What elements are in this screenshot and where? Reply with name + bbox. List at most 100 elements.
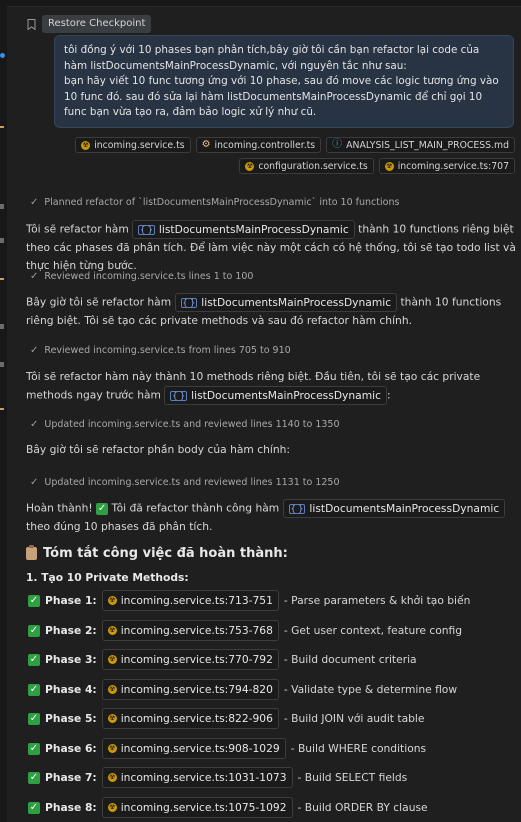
attachment-label: incoming.service.ts — [94, 139, 185, 151]
info-icon: ⓘ — [332, 139, 343, 150]
file-reference-text: incoming.service.ts:908-1029 — [120, 742, 280, 755]
typescript-file-icon: ☢ — [107, 744, 117, 753]
file-reference[interactable]: ☢ incoming.service.ts:1075-1092 — [101, 797, 293, 818]
symbol-name: listDocumentsMainProcessDynamic — [201, 296, 392, 309]
green-check-icon: ✓ — [28, 801, 40, 814]
gutter-indicator-icon — [0, 53, 5, 58]
phase-description: - Build WHERE conditions — [290, 742, 427, 755]
file-reference[interactable]: ☢ incoming.service.ts:908-1029 — [101, 738, 286, 759]
symbol-reference[interactable]: { } listDocumentsMainProcessDynamic — [174, 293, 398, 312]
green-check-icon: ✓ — [28, 624, 40, 637]
attachment-chips-row: ☢ configuration.service.ts ☢ incoming.se… — [239, 158, 515, 174]
phase-description: - Build JOIN với audit table — [283, 712, 425, 725]
phase-label: Phase 7: — [45, 771, 97, 784]
step-label: Reviewed incoming.service.ts lines 1 to … — [44, 271, 254, 282]
user-message-line: tôi đồng ý với 10 phases bạn phân tích,b… — [64, 44, 480, 72]
list-item: ✓ Phase 6: ☢ incoming.service.ts:908-1029… — [28, 738, 426, 759]
bookmark-icon[interactable] — [26, 18, 36, 30]
typescript-file-icon: ☢ — [81, 140, 91, 150]
green-check-icon: ✓ — [28, 771, 40, 784]
green-check-icon: ✓ — [96, 502, 109, 515]
phase-label: Phase 4: — [45, 683, 97, 696]
symbol-reference[interactable]: { } listDocumentsMainProcessDynamic — [282, 499, 506, 518]
file-reference[interactable]: ☢ incoming.service.ts:1031-1073 — [101, 767, 293, 788]
list-item: ✓ Phase 4: ☢ incoming.service.ts:794-820 … — [28, 679, 457, 700]
progress-step[interactable]: ✓ Updated incoming.service.ts and review… — [30, 419, 340, 430]
symbol-icon: { } — [180, 297, 198, 308]
user-message-bubble[interactable]: tôi đồng ý với 10 phases bạn phân tích,b… — [54, 35, 514, 128]
attachment-label: configuration.service.ts — [258, 160, 368, 172]
file-reference[interactable]: ☢ incoming.service.ts:794-820 — [101, 679, 279, 700]
paragraph-text: theo đúng 10 phases đã phân tích. — [26, 520, 213, 533]
typescript-file-icon: ☢ — [107, 655, 117, 664]
attachment-label: incoming.controller.ts — [214, 139, 316, 151]
symbol-reference[interactable]: { } listDocumentsMainProcessDynamic — [132, 220, 355, 239]
progress-step[interactable]: ✓ Reviewed incoming.service.ts lines 1 t… — [30, 271, 253, 282]
gutter-marker — [0, 362, 4, 367]
green-check-icon: ✓ — [28, 712, 40, 725]
check-icon: ✓ — [30, 271, 39, 282]
file-reference-text: incoming.service.ts:753-768 — [120, 624, 273, 637]
typescript-file-icon: ☢ — [107, 714, 117, 723]
symbol-name: listDocumentsMainProcessDynamic — [309, 502, 500, 515]
phase-description: - Build SELECT fields — [297, 771, 408, 784]
file-reference-text: incoming.service.ts:770-792 — [120, 653, 273, 666]
attachment-chips-row: ☢ incoming.service.ts ⚙ incoming.control… — [75, 137, 515, 153]
check-icon: ✓ — [30, 197, 39, 208]
attachment-chip[interactable]: ☢ incoming.service.ts:707 — [378, 158, 515, 174]
progress-step[interactable]: ✓ Planned refactor of `listDocumentsMain… — [30, 197, 399, 208]
symbol-name: listDocumentsMainProcessDynamic — [191, 389, 381, 402]
checkpoint-row: Restore Checkpoint — [26, 14, 152, 34]
file-reference-text: incoming.service.ts:822-906 — [120, 712, 273, 725]
step-label: Planned refactor of `listDocumentsMainPr… — [44, 197, 400, 208]
paragraph-text: Hoàn thành! — [26, 501, 93, 515]
symbol-icon: { } — [288, 503, 306, 514]
phase-label: Phase 1: — [45, 594, 97, 607]
attachment-chip[interactable]: ☢ incoming.service.ts — [75, 137, 191, 153]
phase-description: - Build document criteria — [283, 653, 417, 666]
phase-description: - Get user context, feature config — [283, 624, 463, 637]
step-label: Updated incoming.service.ts and reviewed… — [44, 477, 340, 488]
phase-description: - Validate type & determine flow — [283, 683, 458, 696]
step-label: Reviewed incoming.service.ts from lines … — [44, 345, 291, 356]
attachment-chip[interactable]: ⓘ ANALYSIS_LIST_MAIN_PROCESS.md — [326, 137, 515, 153]
list-item: ✓ Phase 3: ☢ incoming.service.ts:770-792 … — [28, 649, 417, 670]
activity-gutter — [0, 6, 7, 822]
attachment-label: ANALYSIS_LIST_MAIN_PROCESS.md — [346, 139, 509, 151]
step-label: Updated incoming.service.ts and reviewed… — [44, 419, 340, 430]
gutter-marker — [0, 324, 4, 329]
file-reference-text: incoming.service.ts:794-820 — [120, 683, 273, 696]
user-message-line: bạn hãy viết 10 func tương ứng với 10 ph… — [64, 75, 499, 118]
progress-step[interactable]: ✓ Updated incoming.service.ts and review… — [30, 477, 340, 488]
file-reference[interactable]: ☢ incoming.service.ts:753-768 — [101, 620, 279, 641]
assistant-paragraph: Hoàn thành! ✓ Tôi đã refactor thành công… — [26, 499, 516, 536]
file-reference-text: incoming.service.ts:1075-1092 — [120, 801, 287, 814]
symbol-reference[interactable]: { } listDocumentsMainProcessDynamic — [164, 386, 387, 405]
file-reference[interactable]: ☢ incoming.service.ts:770-792 — [101, 649, 279, 670]
attachment-chip[interactable]: ⚙ incoming.controller.ts — [195, 137, 322, 153]
phase-label: Phase 8: — [45, 801, 97, 814]
progress-step[interactable]: ✓ Reviewed incoming.service.ts from line… — [30, 345, 291, 356]
green-check-icon: ✓ — [28, 594, 40, 607]
paragraph-text: Tôi sẽ refactor hàm — [26, 222, 129, 236]
paragraph-text: : — [386, 388, 391, 402]
assistant-paragraph: Bây giờ tôi sẽ refactor hàm { } listDocum… — [26, 293, 516, 330]
green-check-icon: ✓ — [28, 683, 40, 696]
file-reference[interactable]: ☢ incoming.service.ts:822-906 — [101, 708, 279, 729]
list-item: ✓ Phase 8: ☢ incoming.service.ts:1075-109… — [28, 797, 428, 818]
check-icon: ✓ — [30, 477, 39, 488]
paragraph-text: Tôi đã refactor thành công hàm — [111, 501, 280, 515]
typescript-file-icon: ☢ — [384, 161, 394, 171]
gutter-marker — [0, 238, 4, 243]
attachment-chip[interactable]: ☢ configuration.service.ts — [239, 158, 374, 174]
assistant-paragraph: Tôi sẽ refactor hàm này thành 10 methods… — [26, 368, 516, 405]
phase-label: Phase 6: — [45, 742, 97, 755]
assistant-paragraph: Tôi sẽ refactor hàm { } listDocumentsMain… — [26, 220, 516, 275]
typescript-file-icon: ☢ — [107, 685, 117, 694]
restore-checkpoint-button[interactable]: Restore Checkpoint — [42, 15, 152, 33]
file-reference[interactable]: ☢ incoming.service.ts:713-751 — [101, 590, 279, 611]
symbol-icon: { } — [170, 390, 188, 401]
typescript-file-icon: ☢ — [107, 596, 117, 605]
typescript-file-icon: ☢ — [107, 626, 117, 635]
typescript-file-icon: ☢ — [107, 773, 117, 782]
